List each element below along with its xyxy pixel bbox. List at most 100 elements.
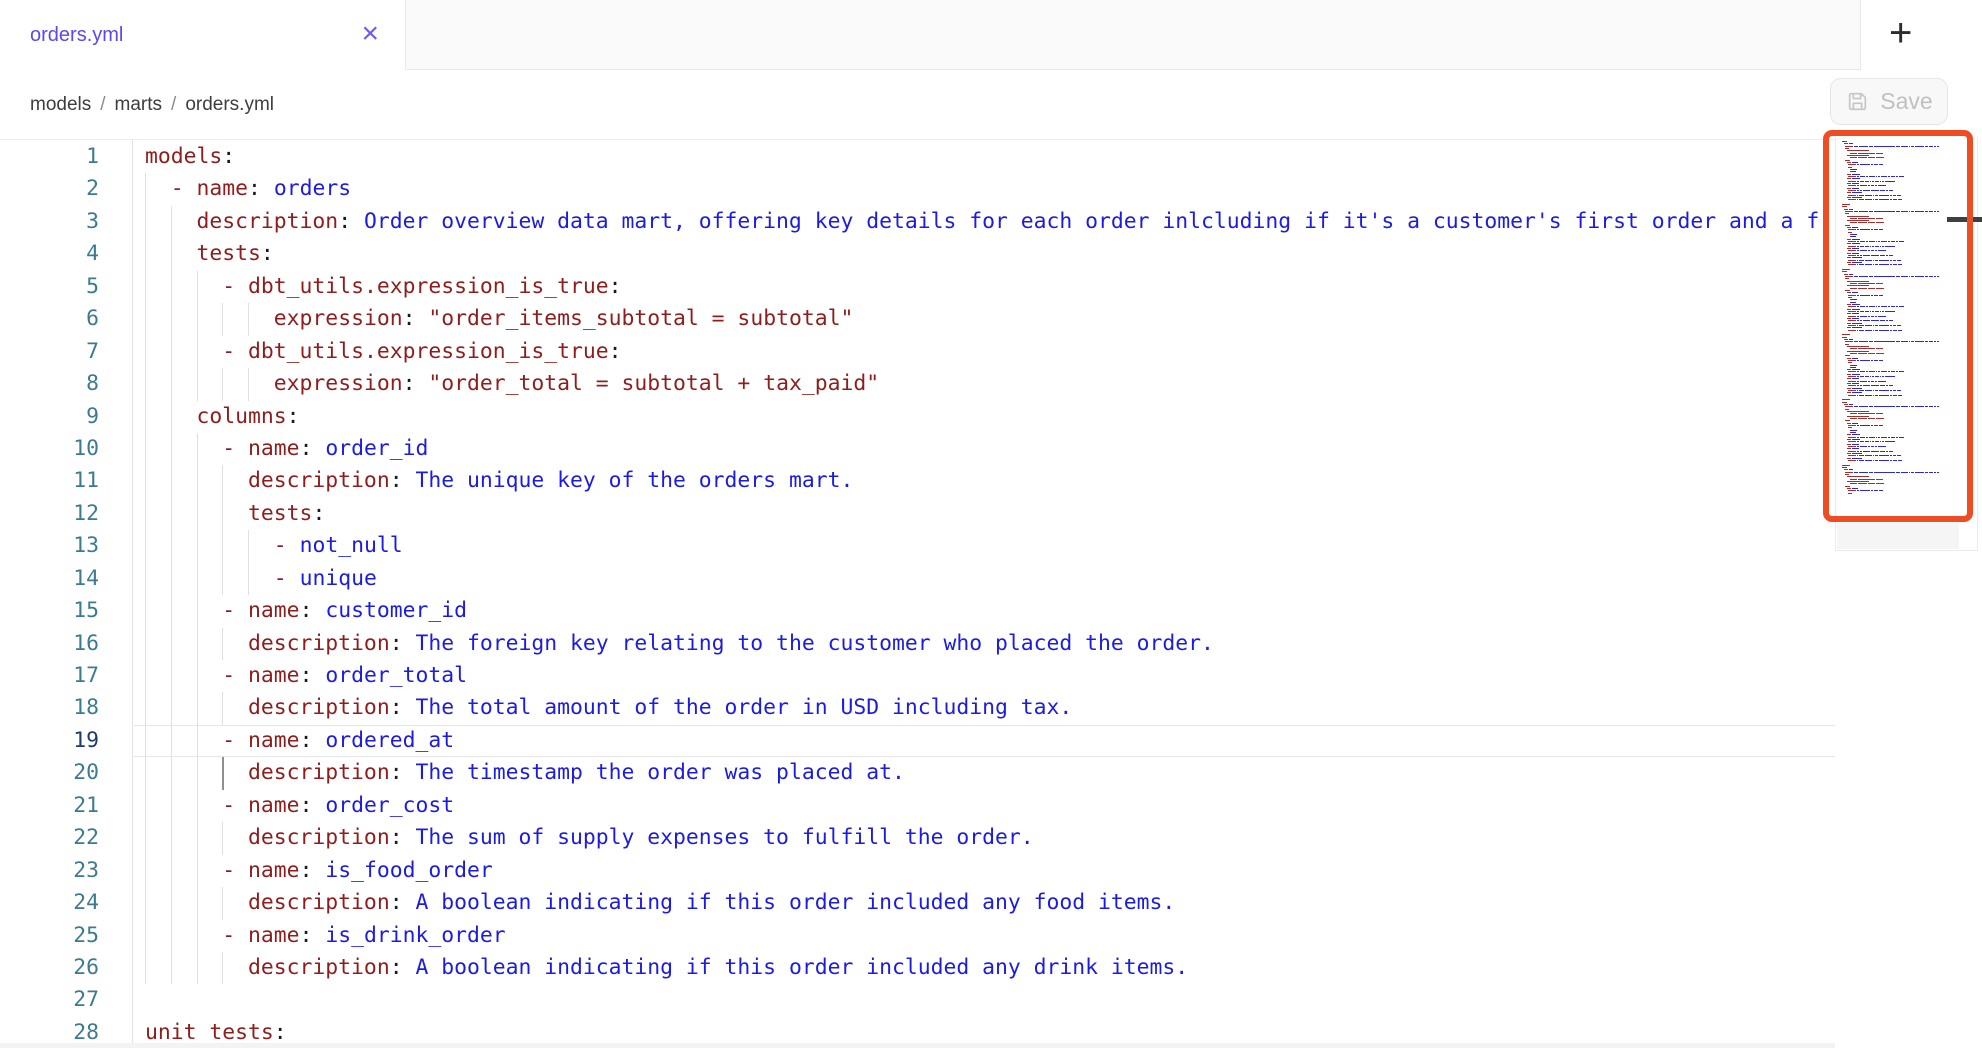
minimap-row xyxy=(1842,292,1973,293)
code-line[interactable]: - name: customer_id xyxy=(134,595,1835,627)
indent-guide xyxy=(145,822,146,854)
minimap-row xyxy=(1842,465,1973,466)
indent-guide xyxy=(171,401,172,433)
code-line[interactable]: - not_null xyxy=(134,530,1835,562)
line-number[interactable]: 25 xyxy=(0,920,99,952)
line-number[interactable]: 7 xyxy=(0,336,99,368)
code-line[interactable]: description: A boolean indicating if thi… xyxy=(134,952,1835,984)
minimap-row xyxy=(1842,348,1973,349)
code-line[interactable]: - name: orders xyxy=(134,173,1835,205)
line-number[interactable]: 24 xyxy=(0,887,99,919)
line-number[interactable]: 14 xyxy=(0,563,99,595)
code-line[interactable]: tests: xyxy=(134,498,1835,530)
indent-guide xyxy=(222,887,223,919)
horizontal-scrollbar[interactable] xyxy=(0,1043,1835,1048)
line-number[interactable]: 9 xyxy=(0,401,99,433)
minimap-row xyxy=(1842,295,1973,296)
code-line[interactable]: - name: ordered_at xyxy=(134,725,1835,757)
minimap-row xyxy=(1842,453,1973,454)
minimap-row xyxy=(1842,355,1973,356)
minimap-row xyxy=(1842,455,1973,456)
indent-guide xyxy=(248,563,249,595)
line-number[interactable]: 12 xyxy=(0,498,99,530)
code-line[interactable]: - name: order_cost xyxy=(134,790,1835,822)
code-line[interactable]: description: The sum of supply expenses … xyxy=(134,822,1835,854)
line-number[interactable]: 2 xyxy=(0,173,99,205)
line-number[interactable]: 23 xyxy=(0,855,99,887)
indent-guide xyxy=(222,757,224,789)
line-number[interactable]: 6 xyxy=(0,303,99,335)
code-line[interactable]: expression: "order_items_subtotal = subt… xyxy=(134,303,1835,335)
line-number[interactable]: 4 xyxy=(0,238,99,270)
breadcrumb-marts[interactable]: marts xyxy=(115,94,163,116)
code-token: : xyxy=(609,274,622,299)
save-button[interactable]: Save xyxy=(1830,78,1948,125)
line-number[interactable]: 16 xyxy=(0,628,99,660)
plus-icon[interactable]: + xyxy=(1889,13,1912,53)
minimap-row xyxy=(1842,209,1973,210)
code-token: description xyxy=(248,468,390,493)
indent-guide xyxy=(171,628,172,660)
code-line[interactable]: - name: order_total xyxy=(134,660,1835,692)
minimap-row xyxy=(1842,362,1973,363)
tab-orders-yml[interactable]: orders.yml × xyxy=(0,0,406,70)
code-line[interactable]: - dbt_utils.expression_is_true: xyxy=(134,271,1835,303)
code-line[interactable]: columns: xyxy=(134,401,1835,433)
line-number[interactable]: 11 xyxy=(0,465,99,497)
code-line[interactable]: description: The foreign key relating to… xyxy=(134,628,1835,660)
code-token: - dbt_utils.expression_is_true xyxy=(222,274,608,299)
line-number[interactable]: 5 xyxy=(0,271,99,303)
code-line[interactable]: description: The total amount of the ord… xyxy=(134,692,1835,724)
code-line[interactable]: models: xyxy=(134,141,1835,173)
code-token: - name xyxy=(222,923,299,948)
minimap-row xyxy=(1842,304,1973,305)
line-number[interactable]: 27 xyxy=(0,984,99,1016)
code-token: : xyxy=(300,436,326,461)
line-number[interactable]: 26 xyxy=(0,952,99,984)
close-icon[interactable]: × xyxy=(361,19,379,49)
minimap-row xyxy=(1842,339,1973,340)
line-number[interactable]: 13 xyxy=(0,530,99,562)
breadcrumb-file[interactable]: orders.yml xyxy=(185,94,274,116)
indent-guide xyxy=(145,368,146,400)
minimap-row xyxy=(1842,178,1973,179)
line-number[interactable]: 1 xyxy=(0,141,99,173)
minimap-row xyxy=(1842,458,1973,459)
minimap[interactable] xyxy=(1835,137,1978,551)
code-line[interactable]: - name: is_drink_order xyxy=(134,920,1835,952)
line-number[interactable]: 21 xyxy=(0,790,99,822)
line-number[interactable]: 17 xyxy=(0,660,99,692)
line-number[interactable]: 19 xyxy=(0,725,99,757)
line-number[interactable]: 10 xyxy=(0,433,99,465)
indent-guide xyxy=(145,920,146,952)
minimap-row xyxy=(1842,476,1973,477)
code-line[interactable]: description: A boolean indicating if thi… xyxy=(134,887,1835,919)
minimap-row xyxy=(1842,316,1973,317)
minimap-row xyxy=(1842,488,1973,489)
line-number[interactable]: 8 xyxy=(0,368,99,400)
breadcrumb-models[interactable]: models xyxy=(30,94,91,116)
code-line[interactable]: expression: "order_total = subtotal + ta… xyxy=(134,368,1835,400)
line-number[interactable]: 18 xyxy=(0,692,99,724)
code-line[interactable]: - name: is_food_order xyxy=(134,855,1835,887)
code-line[interactable]: tests: xyxy=(134,238,1835,270)
line-number[interactable]: 22 xyxy=(0,822,99,854)
code-line[interactable]: description: Order overview data mart, o… xyxy=(134,206,1835,238)
line-number[interactable]: 20 xyxy=(0,757,99,789)
code-line[interactable]: - name: order_id xyxy=(134,433,1835,465)
code-line[interactable]: description: The unique key of the order… xyxy=(134,465,1835,497)
line-number[interactable]: 15 xyxy=(0,595,99,627)
code-line[interactable]: description: The timestamp the order was… xyxy=(134,757,1835,789)
code-line[interactable] xyxy=(134,984,1835,1016)
minimap-scroll-handle[interactable] xyxy=(1947,217,1982,222)
code-area[interactable]: models: - name: orders description: Orde… xyxy=(134,141,1835,1046)
code-line[interactable]: unit_tests: xyxy=(134,1017,1835,1046)
code-line[interactable]: - dbt_utils.expression_is_true: xyxy=(134,336,1835,368)
line-number[interactable]: 3 xyxy=(0,206,99,238)
minimap-row xyxy=(1842,399,1973,400)
minimap-row xyxy=(1842,157,1973,158)
minimap-row xyxy=(1842,418,1973,419)
minimap-row xyxy=(1842,474,1973,475)
minimap-row xyxy=(1842,229,1973,230)
code-line[interactable]: - unique xyxy=(134,563,1835,595)
